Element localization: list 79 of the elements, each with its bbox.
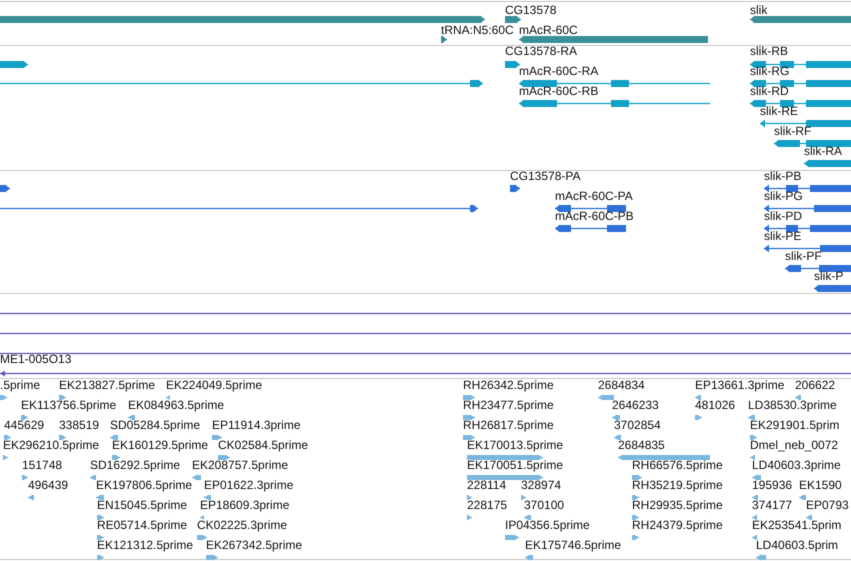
feature-label[interactable]: slik-RA	[804, 144, 842, 158]
feature-label[interactable]: slik-PB	[764, 169, 802, 183]
feature-label[interactable]: 481026	[695, 398, 736, 412]
feature-label[interactable]: RH26342.5prime	[463, 378, 554, 392]
feature-label[interactable]: 206622	[795, 378, 836, 392]
feature-label[interactable]: EK084963.5prime	[128, 398, 224, 412]
feature-label[interactable]: CK02225.3prime	[197, 518, 288, 532]
feature-label[interactable]: EK213827.5prime	[59, 378, 156, 392]
feature-label[interactable]: 2684834	[598, 378, 645, 392]
feature-label[interactable]: CG13578-RA	[505, 44, 578, 58]
feature-label[interactable]: EK175746.5prime	[525, 538, 622, 552]
feature-label[interactable]: slik-RD	[750, 84, 789, 98]
feature-label[interactable]: EK160129.5prime	[112, 438, 208, 452]
feature-label[interactable]: RH26817.5prime	[463, 418, 554, 432]
feature-label[interactable]: EK291901.5prim	[750, 418, 840, 432]
feature-label[interactable]: EK296210.5prime	[3, 438, 100, 452]
feature-label[interactable]: mAcR-60C-RB	[519, 84, 598, 98]
feature-label[interactable]: 2646233	[612, 398, 659, 412]
feature-label[interactable]: EK113756.5prime	[21, 398, 116, 412]
feature-label[interactable]: EK253541.5prim	[752, 518, 842, 532]
feature-label[interactable]: ME1-005O13	[0, 352, 72, 366]
feature-label[interactable]: slik-P	[814, 269, 844, 283]
feature-label[interactable]: RH66576.5prime	[632, 458, 723, 472]
feature-label[interactable]: slik	[750, 3, 768, 17]
feature-label[interactable]: LD40603.5prim	[756, 538, 838, 552]
feature-label[interactable]: slik-RE	[760, 104, 798, 118]
feature-label[interactable]: 328974	[521, 478, 562, 492]
feature-label[interactable]: slik-RG	[750, 64, 790, 78]
feature-label[interactable]: slik-PD	[764, 209, 802, 223]
feature-label[interactable]: 445629	[4, 418, 44, 432]
feature-label[interactable]: EK170013.5prime	[467, 438, 564, 452]
feature-label[interactable]: EP11914.3prime	[212, 418, 300, 432]
feature-label[interactable]: LD38530.3prime	[748, 398, 837, 412]
feature-label[interactable]: Dmel_neb_0072	[750, 438, 838, 452]
feature-label[interactable]: mAcR-60C-RA	[519, 64, 598, 78]
feature-label[interactable]: RH23477.5prime	[463, 398, 554, 412]
feature-label[interactable]: 228175	[467, 498, 508, 512]
feature-label[interactable]: slik-PG	[764, 189, 803, 203]
feature-label[interactable]: EP13661.3prime	[695, 378, 784, 392]
feature-label[interactable]: EK224049.5prime	[166, 378, 262, 392]
feature-label[interactable]: EK208757.5prime	[192, 458, 288, 472]
feature-label[interactable]: 374177	[752, 498, 792, 512]
feature-label[interactable]: 370100	[524, 498, 564, 512]
feature-label[interactable]: EP18609.3prime	[200, 498, 290, 512]
feature-label[interactable]: slik-PE	[764, 229, 802, 243]
feature-label[interactable]: LD40603.3prime	[752, 458, 841, 472]
feature-label[interactable]: slik-RB	[750, 44, 788, 58]
feature-label[interactable]: EP01622.3prime	[204, 478, 294, 492]
feature-label[interactable]: SD05284.5prime	[110, 418, 200, 432]
feature-label[interactable]: SD16292.5prime	[90, 458, 180, 472]
feature-label[interactable]: tRNA:N5:60C	[441, 23, 514, 37]
feature-label[interactable]: EP0793	[806, 498, 849, 512]
feature-label[interactable]: .5prime	[0, 378, 40, 392]
feature-label[interactable]: 228114	[467, 478, 506, 492]
feature-label[interactable]: slik-PF	[785, 249, 822, 263]
feature-label[interactable]: EK267342.5prime	[206, 538, 302, 552]
feature-label[interactable]: mAcR-60C	[519, 23, 578, 37]
feature-label[interactable]: RH29935.5prime	[632, 498, 723, 512]
feature-label[interactable]: 2684835	[618, 438, 665, 452]
feature-label[interactable]: EK197806.5prime	[96, 478, 192, 492]
feature-label[interactable]: EK1590	[799, 478, 842, 492]
feature-label[interactable]: CK02584.5prime	[218, 438, 308, 452]
feature-label[interactable]: 3702854	[614, 418, 661, 432]
feature-label[interactable]: 338519	[59, 418, 100, 432]
feature-label[interactable]: EK170051.5prime	[467, 458, 564, 472]
feature-label[interactable]: slik-RF	[774, 124, 812, 138]
feature-label[interactable]: 151748	[22, 458, 62, 472]
feature-label[interactable]: EK121312.5prime	[97, 538, 194, 552]
feature-label[interactable]: 496439	[28, 478, 68, 492]
feature-label[interactable]: RE05714.5prime	[97, 518, 188, 532]
feature-label[interactable]: RH35219.5prime	[632, 478, 723, 492]
feature-label[interactable]: IP04356.5prime	[505, 518, 590, 532]
feature-label[interactable]: EN15045.5prime	[97, 498, 188, 512]
feature-label[interactable]: mAcR-60C-PA	[555, 189, 633, 203]
feature-label[interactable]: 195936	[752, 478, 792, 492]
feature-label[interactable]: RH24379.5prime	[632, 518, 723, 532]
feature-label[interactable]: CG13578-PA	[510, 169, 580, 183]
feature-label[interactable]: mAcR-60C-PB	[555, 209, 634, 223]
feature-label[interactable]: CG13578	[505, 3, 556, 17]
